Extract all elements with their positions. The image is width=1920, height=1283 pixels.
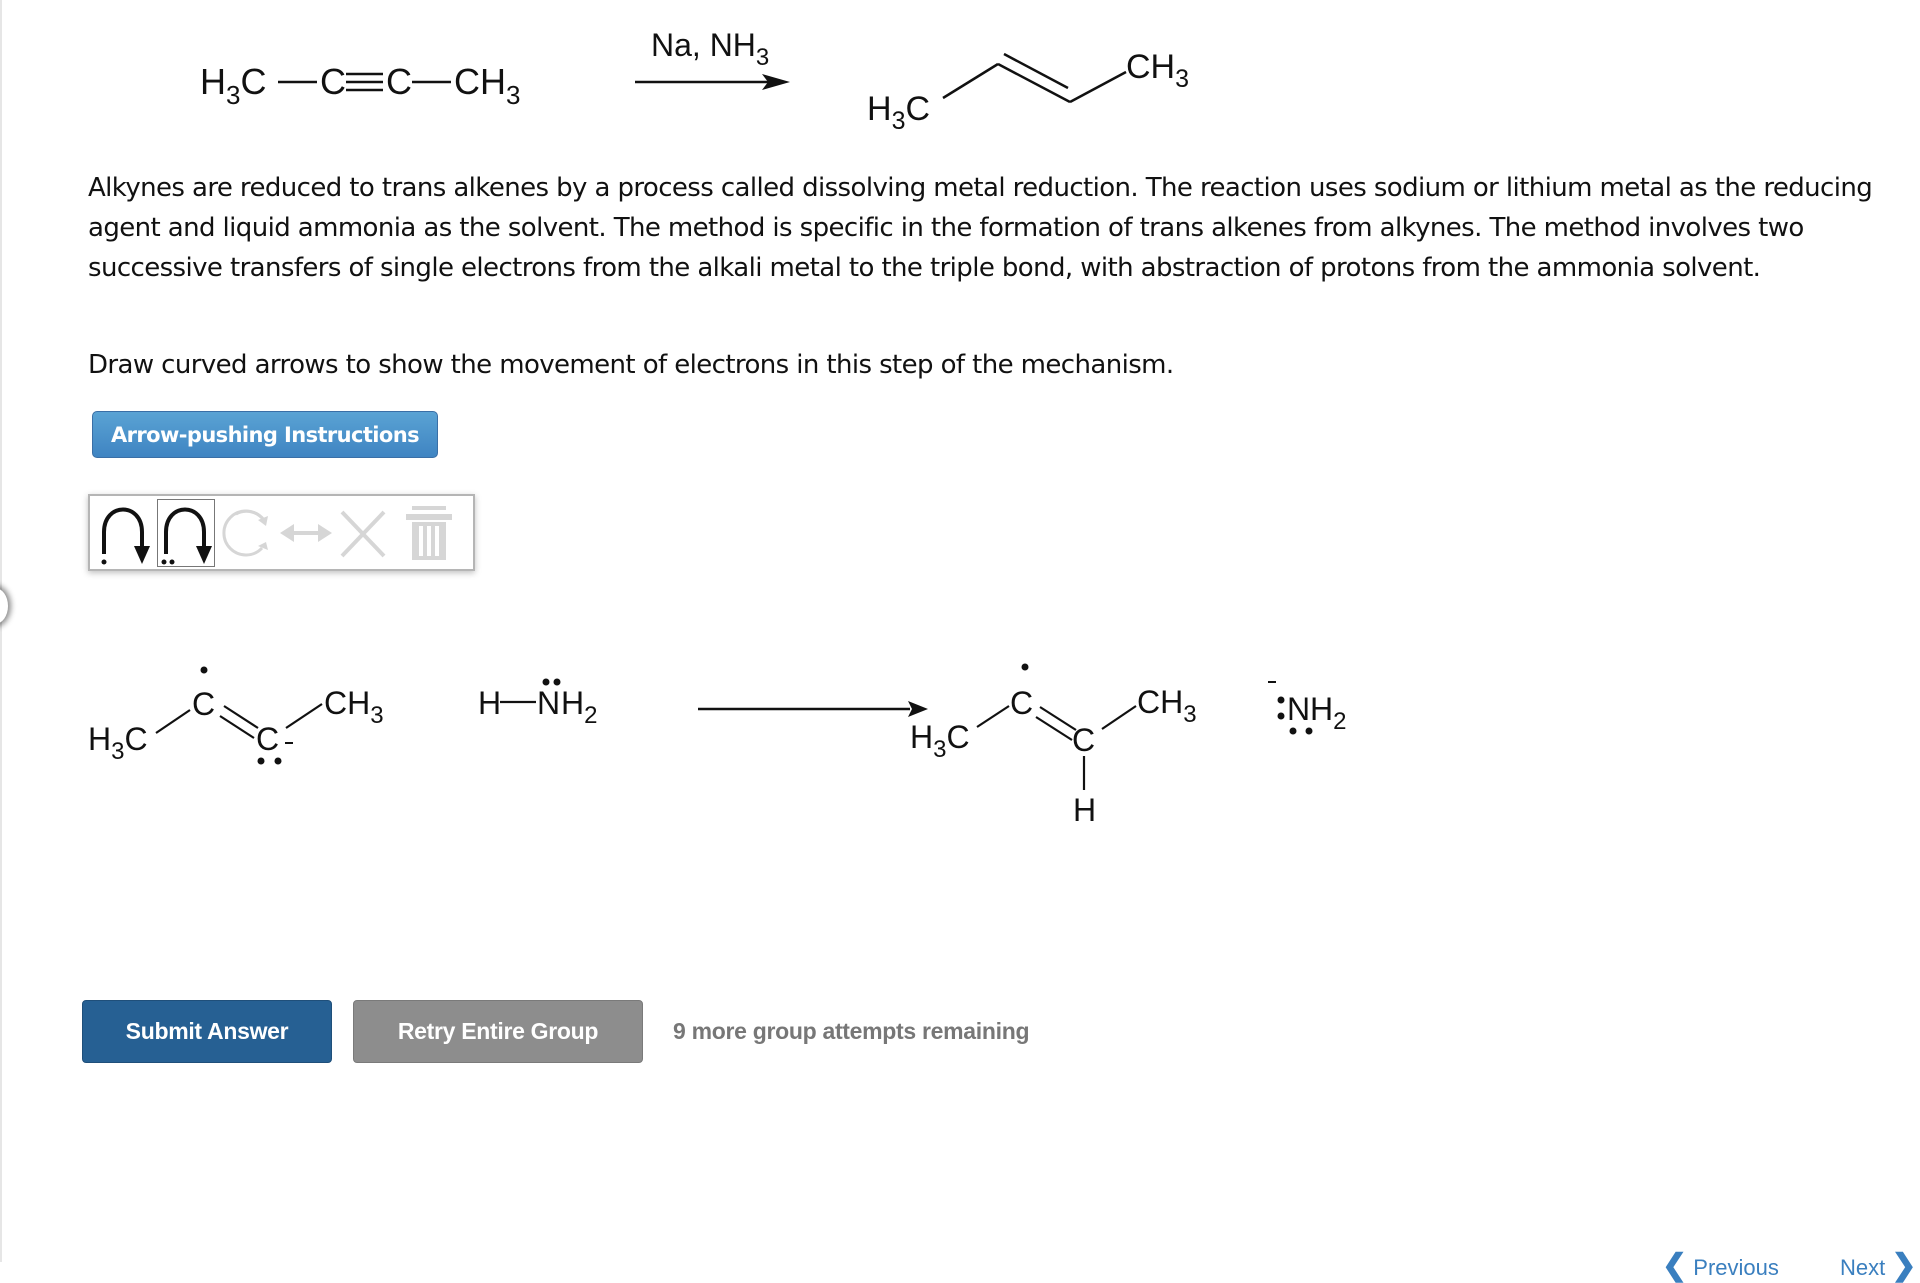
- lone-pair-dot: [274, 757, 282, 765]
- arrow-pushing-instructions-button[interactable]: Arrow-pushing Instructions: [92, 411, 438, 458]
- attempts-remaining-text: 9 more group attempts remaining: [673, 1018, 1030, 1044]
- reactant-h3c-label: H3C: [200, 61, 266, 110]
- previous-label: Previous: [1693, 1255, 1779, 1280]
- amide-h2-label: H2: [1310, 691, 1346, 735]
- rotate-tool[interactable]: [216, 500, 278, 566]
- lone-pair-dot: [1305, 727, 1313, 735]
- anion-c2-label: C: [256, 721, 279, 757]
- lone-pair-dot: [1277, 696, 1285, 704]
- description-text: Alkynes are reduced to trans alkenes by …: [88, 173, 1873, 283]
- lone-pair-dot: [257, 757, 265, 765]
- trash-icon: [406, 506, 452, 560]
- reagents-label: Na, NH3: [651, 27, 769, 71]
- trans-alkene-product: H3C CH3: [867, 48, 1189, 135]
- ammonia-h2-label: H2: [561, 685, 597, 729]
- next-label: Next: [1840, 1255, 1886, 1280]
- lone-pair-dot: [542, 678, 550, 686]
- product-h3c-label: H3C: [867, 90, 930, 135]
- single-electron-arrow-tool[interactable]: [94, 500, 158, 566]
- submit-answer-button[interactable]: Submit Answer: [82, 1000, 332, 1063]
- lone-pair-dot: [1289, 727, 1297, 735]
- delete-x-icon: [340, 510, 386, 558]
- anion-c1-label: C: [192, 686, 215, 722]
- alkyne-reactant: H3C C C CH3: [200, 61, 520, 110]
- delete-arrow-tool[interactable]: [336, 500, 392, 566]
- clear-all-tool[interactable]: [402, 500, 458, 566]
- product-h3c-label: H3C: [910, 719, 970, 763]
- anion-h3c-label: H3C: [88, 721, 148, 765]
- ammonia-molecule: H N H2: [478, 678, 597, 729]
- retry-entire-group-button[interactable]: Retry Entire Group: [353, 1000, 643, 1063]
- next-link[interactable]: Next ❯: [1840, 1248, 1917, 1283]
- mechanism-canvas[interactable]: H3C C C CH3 H N H2 H3C C C CH3 H N H2: [80, 640, 1380, 840]
- product-ch3-label: CH3: [1137, 684, 1197, 728]
- lone-pair-dot: [553, 678, 561, 686]
- electron-pair-arrow-icon: [161, 507, 212, 565]
- reaction-scheme: H3C C C CH3 Na, NH3 H3C CH3: [200, 27, 1189, 135]
- reactant-c2-label: C: [386, 61, 412, 102]
- product-c2-label: C: [1072, 722, 1095, 758]
- ammonia-h-label: H: [478, 685, 501, 721]
- left-edge-divider: [0, 0, 2, 1262]
- chevron-left-icon: ❮: [1662, 1249, 1688, 1282]
- single-electron-arrow-icon: [101, 507, 150, 565]
- amide-n-label: N: [1287, 691, 1310, 727]
- resonance-arrow-tool[interactable]: [278, 500, 334, 566]
- rotate-icon: [222, 509, 268, 557]
- reaction-arrow: Na, NH3: [635, 27, 790, 90]
- reactant-ch3-label: CH3: [454, 61, 520, 110]
- amide-anion: N H2: [1268, 681, 1346, 735]
- radical-electron-dot: [200, 666, 208, 674]
- reactant-c1-label: C: [320, 61, 346, 102]
- ammonia-n-label: N: [537, 685, 560, 721]
- side-panel-handle[interactable]: [0, 588, 8, 624]
- mechanism-arrow: [698, 701, 928, 717]
- arrow-toolbar: [88, 494, 475, 571]
- electron-pair-arrow-tool[interactable]: [157, 499, 215, 567]
- product-ch3-label: CH3: [1126, 48, 1189, 93]
- radical-electron-dot: [1021, 663, 1029, 671]
- resonance-arrow-icon: [280, 524, 332, 542]
- lone-pair-dot: [1277, 712, 1285, 720]
- vinyl-radical-anion: H3C C C CH3: [88, 666, 384, 765]
- product-h-label: H: [1073, 792, 1096, 828]
- instruction-text: Draw curved arrows to show the movement …: [88, 350, 1174, 380]
- chevron-right-icon: ❯: [1891, 1249, 1917, 1282]
- previous-link[interactable]: ❮ Previous: [1662, 1248, 1779, 1283]
- product-c1-label: C: [1010, 685, 1033, 721]
- anion-ch3-label: CH3: [324, 685, 384, 729]
- vinyl-radical-product: H3C C C CH3 H: [910, 663, 1197, 828]
